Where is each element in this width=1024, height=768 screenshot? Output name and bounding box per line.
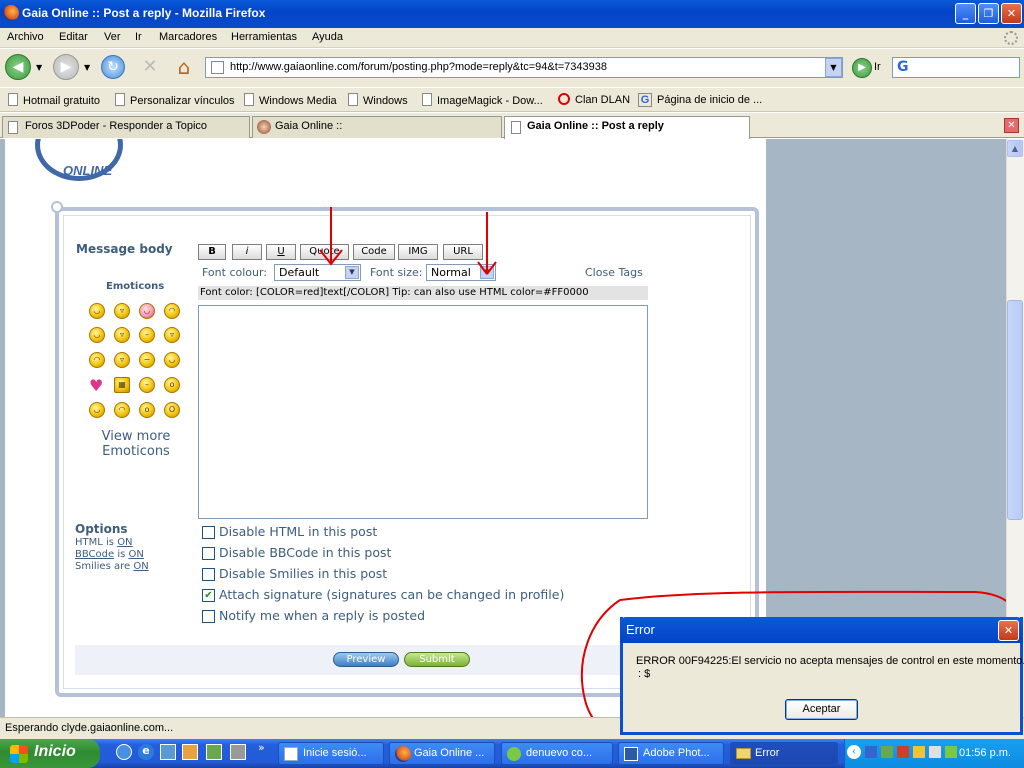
- error-dialog-titlebar[interactable]: Error: [620, 617, 1023, 643]
- quicklaunch-more-icon[interactable]: »: [258, 741, 265, 754]
- taskbar-item-gaia-online[interactable]: Gaia Online ...: [389, 742, 495, 765]
- dialog-close-button[interactable]: ✕: [998, 620, 1019, 641]
- messenger-icon: [507, 747, 521, 761]
- chevron-left-icon[interactable]: ‹: [847, 745, 861, 759]
- tray-icon[interactable]: [881, 746, 893, 758]
- taskbar-item-inicie-sesion[interactable]: Inicie sesió...: [278, 742, 384, 765]
- error-dialog-title: Error: [626, 622, 655, 637]
- red-arrow-icon: [319, 207, 343, 266]
- system-tray: ‹ 01:56 p.m.: [844, 739, 1024, 768]
- taskbar-item-error[interactable]: Error: [730, 742, 838, 765]
- aceptar-button[interactable]: Aceptar: [785, 699, 858, 720]
- quicklaunch-icon[interactable]: [160, 744, 176, 760]
- tray-icon[interactable]: [913, 746, 925, 758]
- taskbar-item-denuevo[interactable]: denuevo co...: [501, 742, 613, 765]
- windows-logo-icon: [10, 745, 28, 763]
- tray-icon[interactable]: [945, 746, 957, 758]
- status-text: Esperando clyde.gaiaonline.com...: [5, 722, 174, 734]
- start-button[interactable]: Inicio: [0, 739, 100, 768]
- tray-icon[interactable]: [929, 746, 941, 758]
- scrollbar-thumb[interactable]: [1007, 300, 1023, 520]
- ie-icon[interactable]: e: [138, 744, 154, 760]
- error-message: ERROR 00F94225:El servicio no acepta men…: [636, 655, 1024, 667]
- red-arrow-icon: [477, 212, 497, 275]
- taskbar-item-photoshop[interactable]: Adobe Phot...: [618, 742, 724, 765]
- tray-icon[interactable]: [897, 746, 909, 758]
- tray-icon[interactable]: [865, 746, 877, 758]
- quicklaunch-icon[interactable]: [116, 744, 132, 760]
- clock[interactable]: 01:56 p.m.: [959, 747, 1011, 759]
- quicklaunch-icon[interactable]: [230, 744, 246, 760]
- window-icon: [284, 747, 298, 761]
- quicklaunch-icon[interactable]: [206, 744, 222, 760]
- folder-icon: [736, 748, 751, 759]
- photoshop-icon: [624, 747, 638, 761]
- scroll-up-icon[interactable]: ▲: [1007, 140, 1023, 157]
- error-message-detail: : $: [638, 668, 651, 680]
- firefox-icon: [395, 746, 411, 762]
- quicklaunch-icon[interactable]: [182, 744, 198, 760]
